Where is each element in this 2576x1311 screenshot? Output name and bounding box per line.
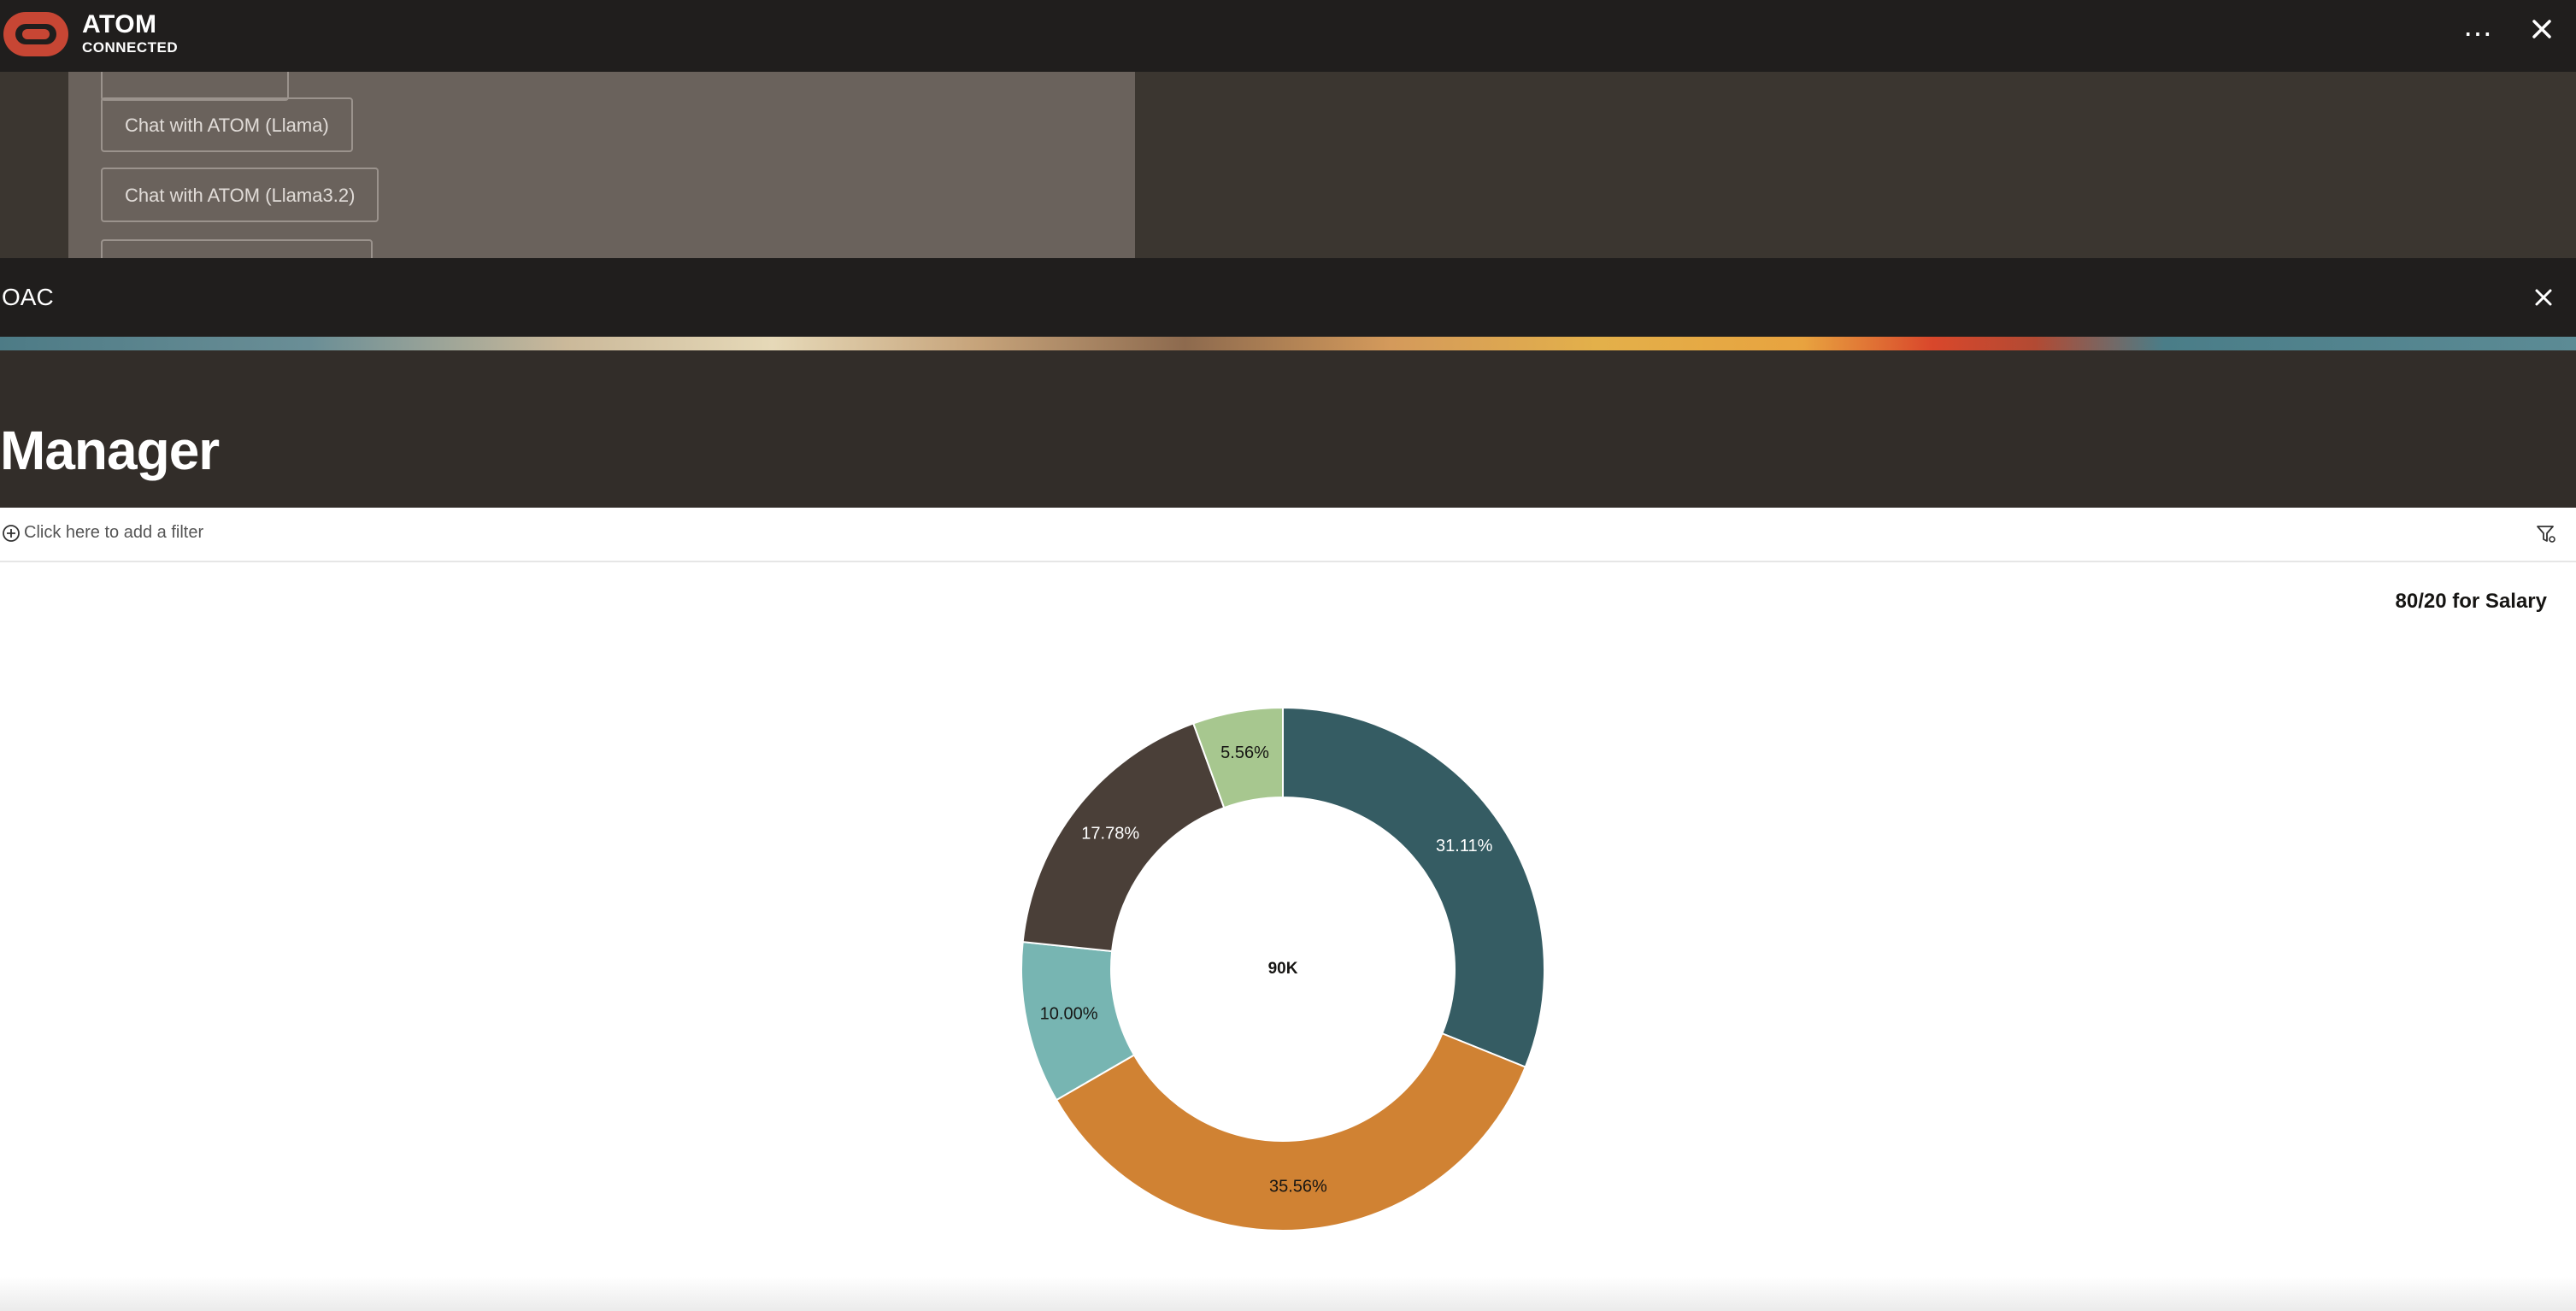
donut-slice-label-0: 31.11% bbox=[1436, 837, 1493, 855]
close-icon[interactable] bbox=[2526, 14, 2557, 44]
filter-bar: Click here to add a filter bbox=[0, 508, 2576, 562]
chat-option-button-partial[interactable] bbox=[101, 72, 289, 101]
donut-slice-label-2: 10.00% bbox=[1040, 1005, 1098, 1024]
connection-status: CONNECTED bbox=[82, 39, 179, 56]
add-filter-button[interactable]: Click here to add a filter bbox=[2, 523, 203, 543]
close-icon[interactable] bbox=[2530, 284, 2557, 311]
dashboard-header: Manager bbox=[0, 350, 2576, 508]
chat-llama-button[interactable]: Chat with ATOM (Llama) bbox=[101, 97, 353, 152]
brand: ATOM CONNECTED bbox=[82, 10, 178, 56]
bottom-fade bbox=[0, 1277, 2576, 1311]
oac-panel-header: OAC bbox=[0, 258, 2576, 337]
more-options-icon[interactable]: ⋯ bbox=[2463, 17, 2494, 51]
chart-canvas: 80/20 for Salary 31.11% 35.56% 10.00% 17.78… bbox=[0, 562, 2576, 1311]
page-title: Manager bbox=[0, 420, 220, 481]
app-name: ATOM bbox=[82, 10, 157, 38]
add-circle-icon bbox=[3, 524, 20, 542]
add-filter-label: Click here to add a filter bbox=[24, 523, 204, 542]
decorative-banner bbox=[0, 337, 2576, 350]
chat-option-button-partial[interactable] bbox=[101, 239, 373, 258]
filter-settings-icon[interactable] bbox=[2535, 523, 2557, 545]
donut-slice-label-1: 35.56% bbox=[1269, 1178, 1327, 1196]
donut-slice-label-4: 5.56% bbox=[1220, 744, 1269, 762]
app-header: ATOM CONNECTED ⋯ bbox=[0, 0, 2576, 72]
donut-center-label: 90K bbox=[1268, 960, 1298, 978]
donut-slice-1[interactable] bbox=[1055, 1032, 1527, 1232]
atom-logo bbox=[3, 12, 68, 56]
chat-llama32-button[interactable]: Chat with ATOM (Llama3.2) bbox=[101, 168, 379, 222]
donut-slice-label-3: 17.78% bbox=[1081, 825, 1139, 844]
oac-title: OAC bbox=[2, 284, 54, 310]
donut-slice-0[interactable] bbox=[1282, 706, 1545, 1068]
donut-chart: 31.11% 35.56% 10.00% 17.78% 5.56% 90K bbox=[1020, 706, 1545, 1232]
chat-panel: Chat with ATOM (Llama) Chat with ATOM (L… bbox=[68, 72, 1135, 258]
